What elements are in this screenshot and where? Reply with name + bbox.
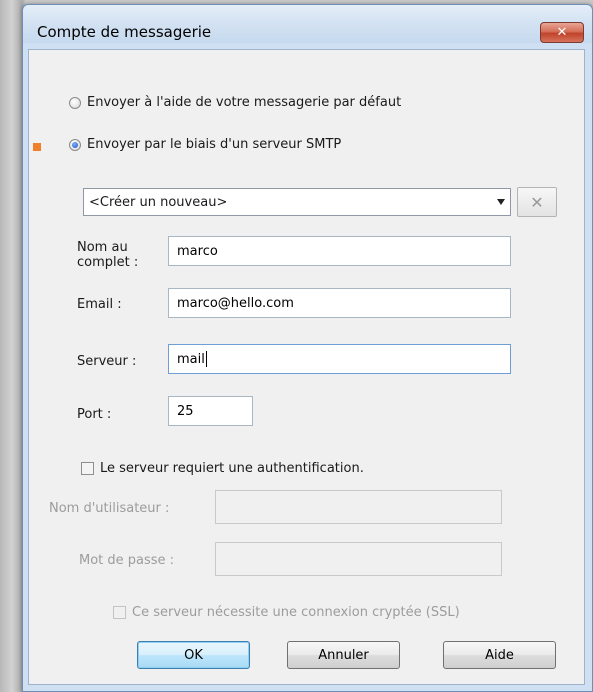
close-icon: ✕ (556, 25, 568, 40)
ssl-checkbox-row[interactable]: Ce serveur nécessite une connexion crypt… (113, 605, 460, 620)
smtp-server-select[interactable]: <Créer un nouveau> (83, 188, 511, 216)
chevron-down-icon[interactable] (497, 199, 505, 205)
radio-default-mail[interactable]: Envoyer à l'aide de votre messagerie par… (69, 95, 401, 110)
annotation-marker (33, 143, 41, 151)
port-input[interactable]: 25 (168, 396, 253, 426)
radio-smtp-label: Envoyer par le biais d'un serveur SMTP (87, 137, 342, 152)
auth-checkbox-row[interactable]: Le serveur requiert une authentification… (81, 461, 364, 476)
radio-smtp-icon[interactable] (69, 138, 81, 151)
dialog-content: Envoyer à l'aide de votre messagerie par… (28, 49, 585, 685)
cancel-button[interactable]: Annuler (287, 641, 400, 669)
password-input[interactable] (215, 542, 502, 576)
radio-smtp[interactable]: Envoyer par le biais d'un serveur SMTP (69, 137, 341, 152)
full-name-input[interactable]: marco (168, 236, 511, 266)
radio-default-icon[interactable] (69, 96, 81, 109)
full-name-label: Nom au complet : (77, 240, 139, 270)
window-title: Compte de messagerie (37, 23, 212, 41)
server-input[interactable]: mail (168, 344, 511, 374)
password-label: Mot de passe : (79, 553, 175, 568)
auth-checkbox[interactable] (81, 462, 94, 475)
ssl-checkbox[interactable] (113, 606, 126, 619)
close-button[interactable]: ✕ (540, 22, 584, 43)
help-button[interactable]: Aide (443, 641, 556, 669)
username-input[interactable] (215, 490, 502, 524)
radio-default-label: Envoyer à l'aide de votre messagerie par… (87, 95, 402, 110)
email-label: Email : (77, 297, 122, 312)
text-caret (205, 351, 207, 367)
server-label: Serveur : (77, 354, 137, 369)
username-label: Nom d'utilisateur : (49, 501, 170, 516)
smtp-server-select-value: <Créer un nouveau> (89, 194, 228, 210)
ok-button[interactable]: OK (137, 641, 250, 669)
dialog-window: Compte de messagerie ✕ Envoyer à l'aide … (22, 4, 593, 692)
title-bar[interactable]: Compte de messagerie ✕ (23, 5, 592, 43)
delete-icon: ✕ (530, 192, 544, 212)
auth-checkbox-label: Le serveur requiert une authentification… (100, 461, 364, 476)
email-input[interactable]: marco@hello.com (168, 288, 511, 318)
ssl-checkbox-label: Ce serveur nécessite une connexion crypt… (132, 605, 460, 620)
delete-server-button[interactable]: ✕ (517, 187, 557, 217)
port-label: Port : (77, 407, 112, 422)
